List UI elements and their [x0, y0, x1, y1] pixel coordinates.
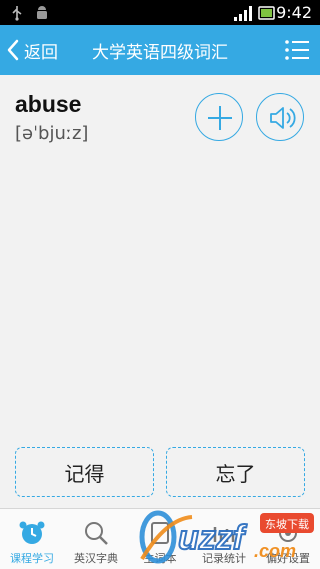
svg-text:uzzf: uzzf	[178, 519, 248, 557]
list-menu-icon[interactable]	[284, 38, 310, 62]
phonetic-text: [əˈbjuːz]	[15, 123, 89, 144]
word-card: abuse [əˈbjuːz]	[0, 75, 320, 435]
add-to-vocab-button[interactable]	[195, 93, 243, 141]
remember-button[interactable]: 记得	[15, 447, 154, 497]
tab-course-study[interactable]: 课程学习	[0, 509, 64, 569]
speaker-icon	[270, 107, 296, 129]
plus-icon	[208, 106, 232, 130]
tab-label: 英汉字典	[74, 552, 118, 565]
uzzf-watermark-logo: uzzf .com 东坡下载	[139, 510, 314, 564]
alarm-clock-icon	[19, 521, 45, 544]
top-nav-bar: 返回 大学英语四级词汇	[0, 25, 320, 75]
battery-icon	[258, 6, 275, 20]
status-bar: 9:42	[0, 0, 320, 25]
search-icon	[85, 522, 108, 545]
usb-icon	[12, 6, 22, 21]
word-text: abuse	[15, 91, 82, 117]
forget-button[interactable]: 忘了	[166, 447, 305, 497]
svg-text:.com: .com	[254, 541, 296, 561]
clock: 9:42	[276, 3, 312, 22]
page-title: 大学英语四级词汇	[92, 43, 228, 63]
android-debug-icon	[37, 6, 47, 19]
tab-dictionary[interactable]: 英汉字典	[64, 509, 128, 569]
pronounce-button[interactable]	[256, 93, 304, 141]
signal-icon	[234, 6, 252, 21]
tab-label: 课程学习	[10, 552, 54, 565]
svg-text:东坡下载: 东坡下载	[265, 518, 309, 531]
